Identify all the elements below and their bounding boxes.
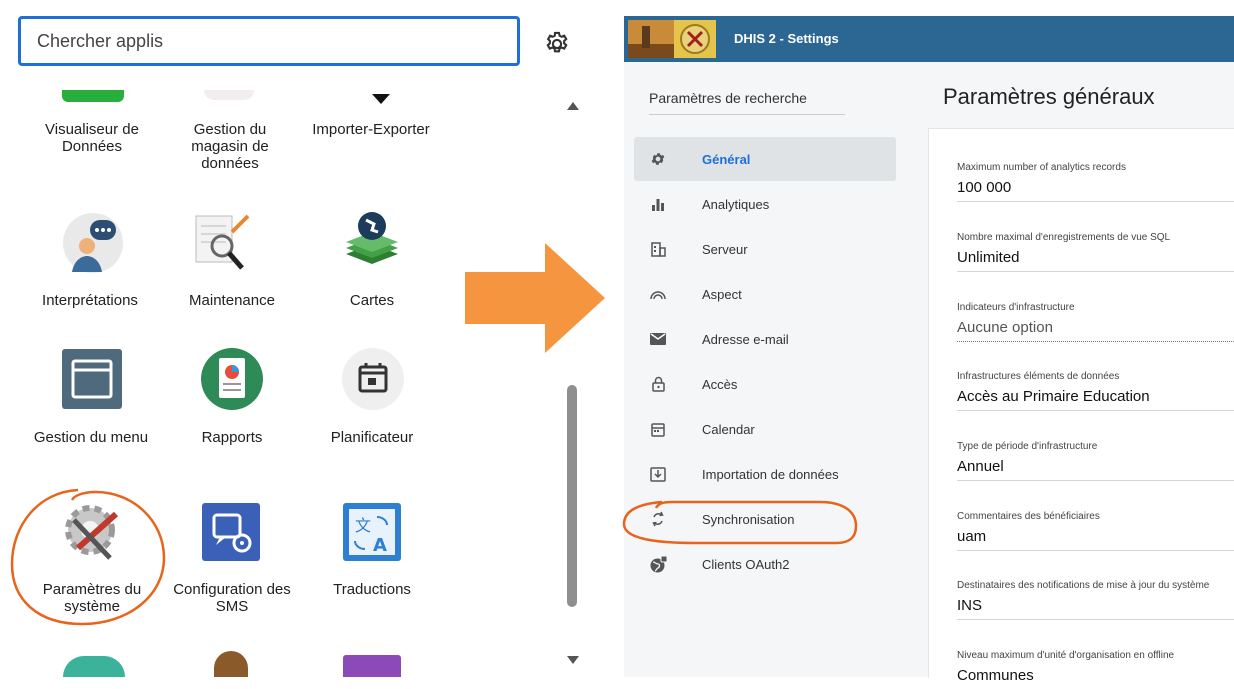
- gear-icon: [634, 151, 682, 167]
- nav-label: Aspect: [702, 286, 742, 302]
- field-label: Destinataires des notifications de mise …: [957, 580, 1210, 591]
- app-sms-configuration[interactable]: Configuration des SMS: [170, 581, 294, 615]
- nav-label: Accès: [702, 376, 738, 392]
- nav-item-access[interactable]: Accès: [634, 362, 896, 406]
- setting-feedback-recipients[interactable]: Commentaires des bénéficiaires uam: [957, 511, 1234, 551]
- import-export-icon[interactable]: [372, 94, 390, 104]
- nav-item-calendar[interactable]: Calendar: [634, 407, 896, 451]
- dhis-logo[interactable]: [628, 20, 716, 58]
- app-data-store[interactable]: Gestion du magasin de données: [168, 121, 292, 172]
- nav-label: Calendar: [702, 421, 755, 437]
- annotation-circle: [622, 498, 858, 546]
- nav-label: Importation de données: [702, 466, 839, 482]
- field-label: Infrastructures éléments de données: [957, 371, 1120, 382]
- field-value[interactable]: Communes: [957, 667, 1234, 689]
- setting-max-sql-view-records[interactable]: Nombre maximal d'enregistrements de vue …: [957, 232, 1234, 272]
- partial-app-icon[interactable]: [63, 656, 125, 677]
- calendar-icon: [634, 422, 682, 437]
- server-icon: [634, 241, 682, 257]
- app-import-export[interactable]: Importer-Exporter: [303, 121, 439, 138]
- app-interpretations[interactable]: Interprétations: [28, 292, 152, 309]
- interpretations-icon[interactable]: [62, 212, 124, 274]
- field-value[interactable]: Annuel: [957, 458, 1234, 480]
- import-icon: [634, 466, 682, 482]
- appearance-icon: [634, 288, 682, 300]
- data-visualizer-icon[interactable]: [62, 90, 124, 102]
- field-label: Commentaires des bénéficiaires: [957, 511, 1100, 522]
- scroll-down-arrow-icon[interactable]: [567, 656, 579, 664]
- app-maintenance[interactable]: Maintenance: [170, 292, 294, 309]
- nav-label: Adresse e-mail: [702, 331, 789, 347]
- field-value[interactable]: 100 000: [957, 179, 1234, 201]
- nav-item-server[interactable]: Serveur: [634, 227, 896, 271]
- app-data-visualizer[interactable]: Visualiseur de Données: [30, 121, 154, 155]
- setting-system-update-notification-recipients[interactable]: Destinataires des notifications de mise …: [957, 580, 1234, 620]
- svg-text:文: 文: [355, 516, 371, 535]
- field-value[interactable]: uam: [957, 528, 1234, 550]
- translations-icon[interactable]: 文A: [343, 503, 401, 561]
- app-reports[interactable]: Rapports: [170, 429, 294, 446]
- field-label: Type de période d'infrastructure: [957, 441, 1098, 452]
- nav-item-appearance[interactable]: Aspect: [634, 272, 896, 316]
- field-label: Nombre maximal d'enregistrements de vue …: [957, 232, 1171, 243]
- svg-text:A: A: [373, 535, 387, 556]
- nav-label: Clients OAuth2: [702, 556, 790, 572]
- scrollbar-thumb[interactable]: [567, 385, 577, 607]
- scroll-up-arrow-icon[interactable]: [567, 102, 579, 110]
- maintenance-icon[interactable]: [190, 212, 262, 274]
- page-title: Paramètres généraux: [943, 84, 1155, 109]
- setting-infrastructure-period-type[interactable]: Type de période d'infrastructure Annuel: [957, 441, 1234, 481]
- settings-gear-icon[interactable]: [543, 30, 571, 58]
- partial-app-icon[interactable]: [214, 651, 248, 677]
- annotation-circle: [8, 486, 168, 628]
- nav-item-general[interactable]: Général: [634, 137, 896, 181]
- field-value[interactable]: Accès au Primaire Education: [957, 388, 1234, 410]
- orange-arrow-icon: [465, 243, 605, 353]
- app-search-field[interactable]: [18, 16, 520, 66]
- nav-item-analytics[interactable]: Analytiques: [634, 182, 896, 226]
- lock-icon: [634, 376, 682, 392]
- field-label: Niveau maximum d'unité d'organisation en…: [957, 650, 1175, 661]
- app-maps[interactable]: Cartes: [310, 292, 434, 309]
- data-store-icon[interactable]: [204, 90, 254, 100]
- app-search-input[interactable]: [21, 19, 517, 63]
- partial-app-icon[interactable]: [343, 655, 401, 677]
- sms-configuration-icon[interactable]: [202, 503, 260, 561]
- setting-infrastructure-indicators[interactable]: Indicateurs d'infrastructure Aucune opti…: [957, 302, 1234, 342]
- scheduler-icon[interactable]: [342, 348, 404, 410]
- field-value[interactable]: Aucune option: [957, 319, 1234, 341]
- bar-chart-icon: [634, 197, 682, 211]
- nav-label: Général: [702, 151, 751, 167]
- nav-item-email[interactable]: Adresse e-mail: [634, 317, 896, 361]
- nav-item-data-import[interactable]: Importation de données: [634, 452, 896, 496]
- nav-item-oauth2-clients[interactable]: Clients OAuth2: [634, 542, 896, 586]
- oauth-globe-icon: [634, 555, 682, 573]
- app-translations[interactable]: Traductions: [310, 581, 434, 598]
- app-menu-management[interactable]: Gestion du menu: [29, 429, 153, 446]
- menu-management-icon[interactable]: [62, 349, 122, 409]
- field-label: Maximum number of analytics records: [957, 162, 1126, 173]
- email-icon: [634, 333, 682, 345]
- setting-infrastructure-data-elements[interactable]: Infrastructures éléments de données Accè…: [957, 371, 1234, 411]
- field-value[interactable]: INS: [957, 597, 1234, 619]
- reports-icon[interactable]: [201, 348, 263, 410]
- field-label: Indicateurs d'infrastructure: [957, 302, 1075, 313]
- app-scheduler[interactable]: Planificateur: [310, 429, 434, 446]
- settings-search-field[interactable]: Paramètres de recherche: [649, 90, 845, 115]
- nav-label: Serveur: [702, 241, 748, 257]
- setting-max-offline-org-unit-level[interactable]: Niveau maximum d'unité d'organisation en…: [957, 650, 1234, 689]
- field-value[interactable]: Unlimited: [957, 249, 1234, 271]
- maps-icon[interactable]: [340, 210, 404, 274]
- setting-max-analytics-records[interactable]: Maximum number of analytics records 100 …: [957, 162, 1234, 202]
- nav-label: Analytiques: [702, 196, 770, 212]
- app-title: DHIS 2 - Settings: [734, 31, 839, 46]
